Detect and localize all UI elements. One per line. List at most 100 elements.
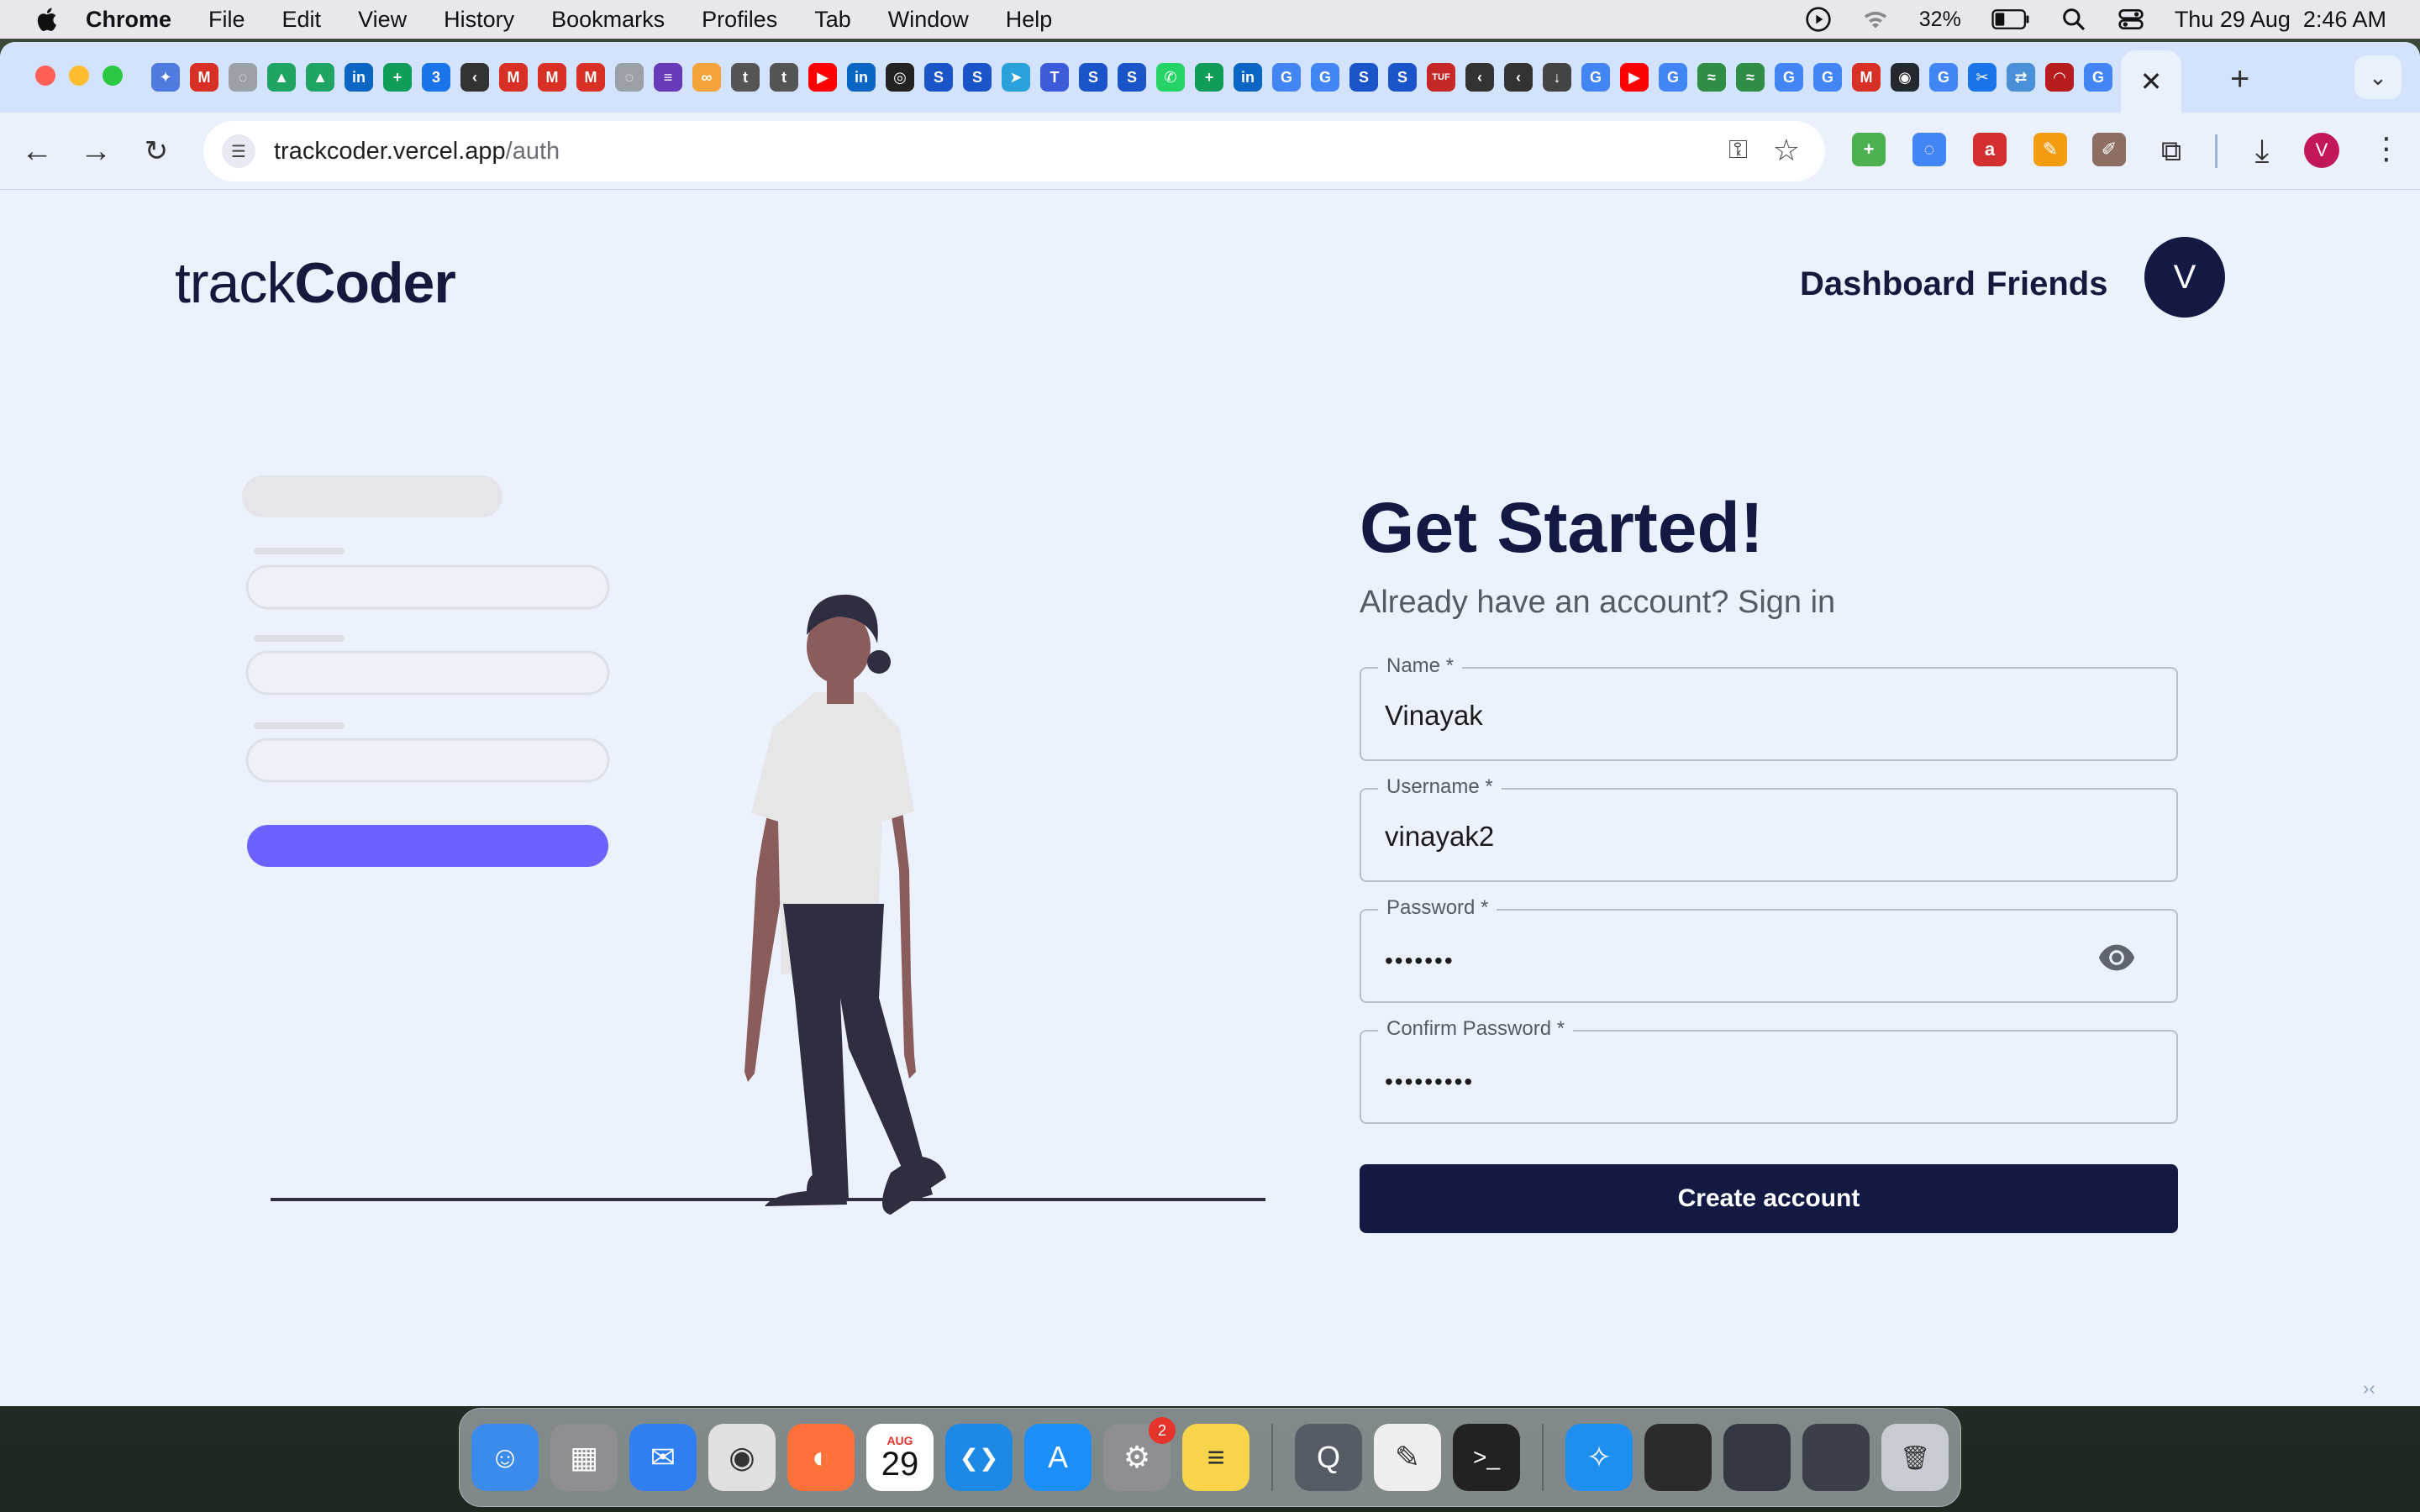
google-icon[interactable]: G — [1929, 63, 1958, 92]
leetcode-icon[interactable]: ‹ — [1465, 63, 1494, 92]
name-input[interactable] — [1385, 697, 2107, 734]
gfg-icon[interactable]: ≈ — [1736, 63, 1765, 92]
confirm-password-field[interactable]: Confirm Password * — [1360, 1017, 2178, 1124]
create-account-button[interactable]: Create account — [1360, 1164, 2178, 1233]
name-field[interactable]: Name * — [1360, 654, 2178, 761]
quicktime-dock-icon[interactable]: Q — [1295, 1424, 1362, 1491]
menu-history[interactable]: History — [444, 7, 514, 33]
calendar-dock-icon[interactable]: AUG 29 — [866, 1424, 934, 1491]
google-icon[interactable]: G — [2084, 63, 2112, 92]
gmail-icon[interactable]: M — [190, 63, 218, 92]
password-input[interactable] — [1385, 942, 2107, 979]
extension-red-icon[interactable]: a — [1973, 133, 2007, 166]
extension-pen-icon[interactable]: ✐ — [2092, 133, 2126, 166]
gmail-icon[interactable]: M — [1852, 63, 1881, 92]
gmail-icon[interactable]: M — [576, 63, 605, 92]
leetcode-icon[interactable]: ‹ — [460, 63, 489, 92]
google-icon[interactable]: G — [1311, 63, 1339, 92]
scaler-icon[interactable]: S — [1349, 63, 1378, 92]
google-icon[interactable]: G — [1659, 63, 1687, 92]
linkedin-icon[interactable]: in — [345, 63, 373, 92]
battery-icon[interactable] — [1991, 8, 2030, 30]
kebab-menu-icon[interactable]: ⋮ — [2371, 131, 2402, 166]
play-circle-icon[interactable] — [1805, 6, 1832, 33]
gmail-icon[interactable]: M — [538, 63, 566, 92]
menu-bookmarks[interactable]: Bookmarks — [551, 7, 665, 33]
address-bar[interactable]: ☰ trackcoder.vercel.app/auth ⚿ ☆ — [203, 121, 1825, 181]
password-key-icon[interactable]: ⚿ — [1728, 136, 1748, 165]
wifi-icon[interactable] — [1862, 6, 1889, 33]
scaler-icon[interactable]: S — [1388, 63, 1417, 92]
tab-search-button[interactable]: ⌄ — [2354, 55, 2402, 99]
scaler-icon[interactable]: S — [1118, 63, 1146, 92]
drive-icon[interactable]: ▲ — [267, 63, 296, 92]
extension-wand-icon[interactable]: ✎ — [2033, 133, 2067, 166]
forward-arrow-icon[interactable]: → — [76, 131, 116, 171]
menu-window[interactable]: Window — [888, 7, 969, 33]
collapse-arrows-icon[interactable]: ›‹ — [2363, 1378, 2396, 1406]
username-field[interactable]: Username * — [1360, 775, 2178, 882]
extension-ring-icon[interactable]: ◌ — [1912, 133, 1946, 166]
active-tab[interactable]: ✕ — [2121, 50, 2181, 113]
signin-link[interactable]: Sign in — [1738, 585, 1835, 620]
app-3-icon[interactable]: 3 — [422, 63, 450, 92]
site-icon[interactable]: ◌ — [615, 63, 644, 92]
window-2-dock-icon[interactable] — [1723, 1424, 1791, 1491]
site-icon[interactable]: ✂ — [1968, 63, 1996, 92]
site-icon[interactable]: ◠ — [2045, 63, 2074, 92]
github-icon[interactable]: ◉ — [1891, 63, 1919, 92]
window-1-dock-icon[interactable] — [1644, 1424, 1712, 1491]
vscode-dock-icon[interactable]: ❮❯ — [945, 1424, 1013, 1491]
user-avatar[interactable]: V — [2144, 237, 2225, 318]
menu-bar-clock[interactable]: Thu 29 Aug 2:46 AM — [2175, 7, 2386, 33]
terminal-dock-icon[interactable]: >_ — [1453, 1424, 1520, 1491]
back-arrow-icon[interactable]: ← — [17, 131, 57, 171]
window-3-dock-icon[interactable] — [1802, 1424, 1870, 1491]
download-icon[interactable]: ↓ — [1543, 63, 1571, 92]
menu-tab[interactable]: Tab — [814, 7, 851, 33]
finder-dock-icon[interactable]: ☺ — [471, 1424, 539, 1491]
notes-dock-icon[interactable]: ≡ — [1182, 1424, 1249, 1491]
menu-profiles[interactable]: Profiles — [702, 7, 777, 33]
window-close-button[interactable] — [35, 66, 55, 86]
trackcoder-logo[interactable]: trackCoder — [175, 250, 456, 316]
mail-dock-icon[interactable]: ✉ — [629, 1424, 697, 1491]
site-settings-icon[interactable]: ☰ — [222, 134, 255, 168]
tuf-icon[interactable]: TUF — [1427, 63, 1455, 92]
google-icon[interactable]: G — [1272, 63, 1301, 92]
tcs-icon[interactable]: t — [770, 63, 798, 92]
menu-file[interactable]: File — [208, 7, 245, 33]
spotlight-search-icon[interactable] — [2060, 6, 2087, 33]
youtube-icon[interactable]: ▶ — [1620, 63, 1649, 92]
youtube-icon[interactable]: ▶ — [808, 63, 837, 92]
reload-icon[interactable]: ↻ — [136, 131, 176, 171]
drive-icon[interactable]: ▲ — [306, 63, 334, 92]
close-tab-icon[interactable]: ✕ — [2140, 66, 2163, 97]
chrome-dock-icon[interactable]: ◉ — [708, 1424, 776, 1491]
chatgpt-icon[interactable]: ◎ — [886, 63, 914, 92]
app-store-dock-icon[interactable]: A — [1024, 1424, 1092, 1491]
textedit-dock-icon[interactable]: ✎ — [1374, 1424, 1441, 1491]
nav-dashboard-link[interactable]: Dashboard — [1800, 265, 1975, 303]
menu-app-name[interactable]: Chrome — [86, 7, 171, 33]
window-minimize-button[interactable] — [69, 66, 89, 86]
forms-icon[interactable]: ≡ — [654, 63, 682, 92]
control-center-icon[interactable] — [2118, 6, 2144, 33]
sheets-icon[interactable]: + — [383, 63, 412, 92]
downloads-icon[interactable]: ⤓ — [2242, 131, 2282, 171]
bookmark-star-icon[interactable]: ☆ — [1773, 133, 1800, 168]
menu-view[interactable]: View — [358, 7, 407, 33]
eye-icon[interactable] — [2097, 942, 2136, 973]
menu-help[interactable]: Help — [1006, 7, 1053, 33]
apple-logo-icon[interactable] — [34, 5, 62, 34]
scaler-icon[interactable]: S — [1079, 63, 1107, 92]
sheets-icon[interactable]: + — [1195, 63, 1223, 92]
whatsapp-icon[interactable]: ✆ — [1156, 63, 1185, 92]
nav-friends-link[interactable]: Friends — [1986, 265, 2107, 303]
gmail-icon[interactable]: M — [499, 63, 528, 92]
tcs-icon[interactable]: t — [731, 63, 760, 92]
linkedin-icon[interactable]: in — [1234, 63, 1262, 92]
scaler-icon[interactable]: S — [963, 63, 992, 92]
google-icon[interactable]: G — [1813, 63, 1842, 92]
gemini-icon[interactable]: ✦ — [151, 63, 180, 92]
